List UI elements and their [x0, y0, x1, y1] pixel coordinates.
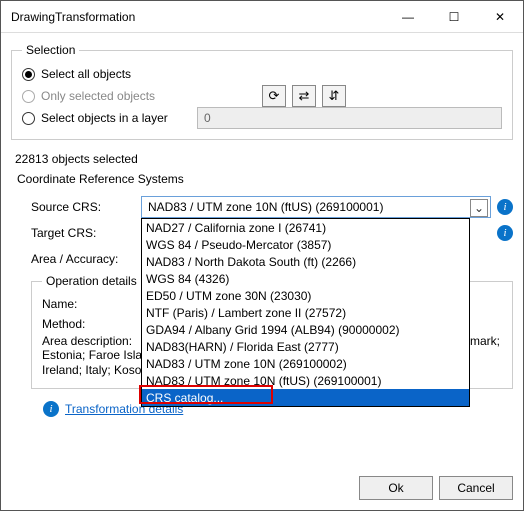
ok-button[interactable]: Ok [359, 476, 433, 500]
crs-option[interactable]: NAD83(HARN) / Florida East (2777) [142, 338, 469, 355]
radio-only-selected [22, 90, 35, 103]
crs-option[interactable]: NAD83 / UTM zone 10N (ftUS) (269100001) [142, 372, 469, 389]
tool-button-3[interactable]: ⇵ [322, 85, 346, 107]
tool-button-1[interactable]: ⟳ [262, 85, 286, 107]
crs-option[interactable]: GDA94 / Albany Grid 1994 (ALB94) (900000… [142, 321, 469, 338]
radio-select-layer[interactable] [22, 112, 35, 125]
source-crs-combo[interactable]: NAD83 / UTM zone 10N (ftUS) (269100001) … [141, 196, 491, 218]
transformation-info-icon: i [43, 401, 59, 417]
radio-select-layer-label: Select objects in a layer [41, 111, 191, 125]
op-area-label: Area description: [42, 334, 152, 348]
dialog-window: DrawingTransformation — ☐ ✕ Selection Se… [0, 0, 524, 511]
crs-option[interactable]: NAD27 / California zone I (26741) [142, 219, 469, 236]
chevron-down-icon: ⌄ [470, 199, 488, 217]
minimize-button[interactable]: — [385, 1, 431, 33]
layer-combo-value: 0 [204, 111, 211, 125]
minimize-icon: — [402, 10, 414, 24]
source-crs-label: Source CRS: [31, 200, 141, 214]
close-icon: ✕ [495, 10, 505, 24]
radio-only-selected-label: Only selected objects [41, 89, 155, 103]
crs-option[interactable]: NAD83 / UTM zone 10N (269100002) [142, 355, 469, 372]
source-crs-value: NAD83 / UTM zone 10N (ftUS) (269100001) [148, 200, 383, 214]
crs-form: Source CRS: NAD83 / UTM zone 10N (ftUS) … [11, 194, 513, 423]
crs-option[interactable]: NAD83 / North Dakota South (ft) (2266) [142, 253, 469, 270]
tool-button-2[interactable]: ⇄ [292, 85, 316, 107]
maximize-icon: ☐ [449, 10, 460, 24]
dialog-content: Selection Select all objects Only select… [1, 33, 523, 466]
dialog-footer: Ok Cancel [1, 466, 523, 510]
source-crs-dropdown[interactable]: NAD27 / California zone I (26741)WGS 84 … [141, 218, 470, 407]
tool-icon-2: ⇄ [299, 88, 310, 104]
crs-option[interactable]: WGS 84 (4326) [142, 270, 469, 287]
maximize-button[interactable]: ☐ [431, 1, 477, 33]
crs-option[interactable]: ED50 / UTM zone 30N (23030) [142, 287, 469, 304]
crs-group-title: Coordinate Reference Systems [17, 172, 513, 186]
radio-select-all-label: Select all objects [41, 67, 131, 81]
tool-icon-1: ⟳ [269, 88, 280, 104]
titlebar: DrawingTransformation — ☐ ✕ [1, 1, 523, 33]
crs-option[interactable]: NTF (Paris) / Lambert zone II (27572) [142, 304, 469, 321]
cancel-button-label: Cancel [457, 481, 494, 495]
objects-selected-status: 22813 objects selected [15, 152, 513, 166]
crs-option[interactable]: CRS catalog... [142, 389, 469, 406]
ok-button-label: Ok [388, 481, 403, 495]
op-name-label: Name: [42, 297, 152, 311]
cancel-button[interactable]: Cancel [439, 476, 513, 500]
tool-icon-3: ⇵ [329, 88, 340, 104]
selection-legend: Selection [22, 43, 79, 57]
area-accuracy-label: Area / Accuracy: [31, 252, 141, 266]
selection-group: Selection Select all objects Only select… [11, 43, 513, 140]
close-button[interactable]: ✕ [477, 1, 523, 33]
target-crs-info-icon[interactable]: i [497, 225, 513, 241]
crs-option[interactable]: WGS 84 / Pseudo-Mercator (3857) [142, 236, 469, 253]
target-crs-label: Target CRS: [31, 226, 141, 240]
op-method-label: Method: [42, 317, 152, 331]
operation-details-legend: Operation details [42, 274, 141, 288]
radio-select-all[interactable] [22, 68, 35, 81]
layer-combo[interactable]: 0 [197, 107, 502, 129]
source-crs-info-icon[interactable]: i [497, 199, 513, 215]
window-title: DrawingTransformation [11, 10, 385, 24]
